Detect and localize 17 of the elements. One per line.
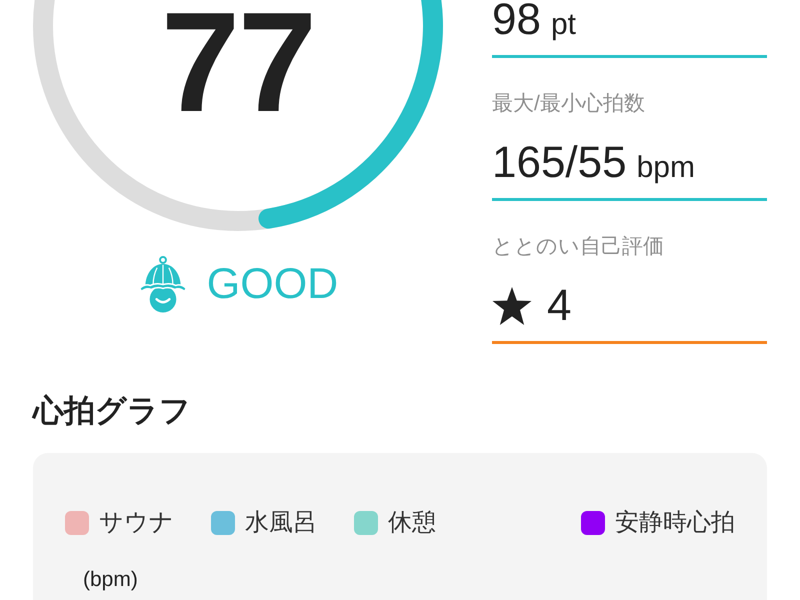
section-title: 心拍グラフ (33, 392, 192, 430)
metric-label: ととのい自己評価 (492, 234, 665, 260)
legend-label: サウナ (99, 508, 174, 538)
rating-value: 4 (547, 280, 572, 332)
legend-label: 水風呂 (245, 508, 317, 538)
metric-label: 最大/最小心拍数 (492, 91, 646, 117)
star-icon (492, 287, 532, 325)
metric-value: 165/55 (492, 137, 627, 189)
score-value: 77 (161, 0, 315, 134)
metric-unit: bpm (636, 150, 695, 186)
status-label: GOOD (206, 263, 338, 306)
legend-label: 安静時心拍 (615, 508, 735, 538)
legend-label: 休憩 (388, 508, 436, 538)
axis-unit-label: (bpm) (83, 568, 138, 592)
metric-unit: pt (550, 7, 576, 43)
metric-value: 98 (492, 0, 541, 46)
hat-face-icon (138, 256, 188, 313)
